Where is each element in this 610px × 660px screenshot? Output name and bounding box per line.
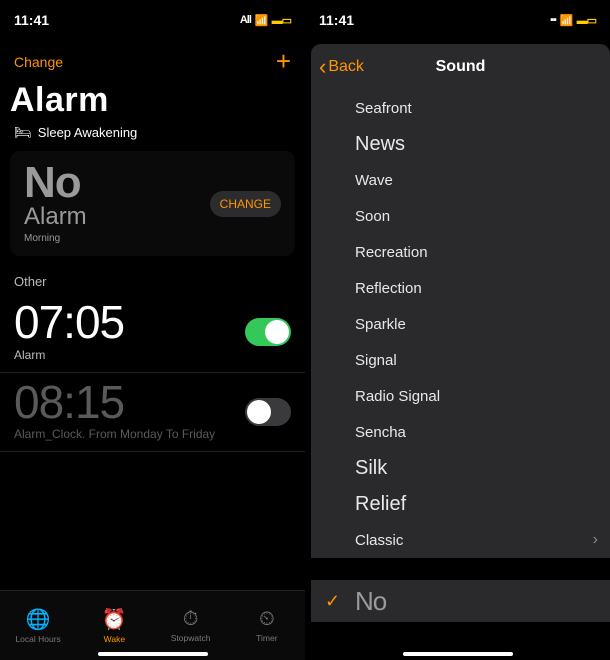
status-bar: 11:41 All 📶 ▬▭ bbox=[0, 0, 305, 40]
tab-stopwatch[interactable]: ⏱ Stopwatch bbox=[153, 591, 229, 660]
sound-option[interactable]: Seafront bbox=[311, 90, 610, 126]
status-icons: ▪▪ 📶 ▬▭ bbox=[550, 14, 596, 27]
sound-list: Seafront News Wave Soon Recreation Refle… bbox=[311, 90, 610, 558]
sound-label: Silk bbox=[355, 457, 387, 480]
checkmark-icon: ✓ bbox=[325, 591, 340, 612]
home-indicator[interactable] bbox=[98, 652, 208, 656]
tab-label: Timer bbox=[256, 633, 277, 643]
sound-label: Wave bbox=[355, 172, 393, 189]
sound-option[interactable]: Sencha bbox=[311, 414, 610, 450]
sound-option[interactable]: Reflection bbox=[311, 270, 610, 306]
sound-option[interactable]: Recreation bbox=[311, 234, 610, 270]
sound-label: Seafront bbox=[355, 100, 412, 117]
stopwatch-icon: ⏱ bbox=[183, 608, 199, 631]
carrier-label: All bbox=[240, 14, 251, 26]
sleep-section-label: Sleep Awakening bbox=[38, 125, 138, 140]
status-time: 11:41 bbox=[14, 12, 49, 28]
sound-label: Sparkle bbox=[355, 316, 406, 333]
tab-wake[interactable]: ⏰ Wake bbox=[76, 591, 152, 660]
left-phone: 11:41 All 📶 ▬▭ Change + Alarm 🛏 Sleep Aw… bbox=[0, 0, 305, 660]
chevron-right-icon: › bbox=[593, 531, 598, 549]
sleep-alarm-line3: Morning bbox=[24, 233, 281, 244]
bed-icon: 🛏 bbox=[14, 124, 32, 141]
alarm-toggle[interactable] bbox=[245, 318, 291, 346]
sound-label: Soon bbox=[355, 208, 390, 225]
chevron-left-icon: ‹ bbox=[319, 54, 326, 80]
selected-sound-label: No bbox=[355, 586, 386, 617]
alarm-row[interactable]: 08:15 Alarm_Clock. From Monday To Friday bbox=[0, 373, 305, 453]
battery-icon: ▬▭ bbox=[577, 14, 596, 27]
globe-icon: 🌐 bbox=[26, 607, 51, 632]
signal-icon: ▪▪ bbox=[550, 14, 556, 26]
sound-option[interactable]: Wave bbox=[311, 162, 610, 198]
selected-sound-row[interactable]: ✓ No bbox=[311, 580, 610, 622]
alarm-row[interactable]: 07:05 Alarm bbox=[0, 293, 305, 373]
sound-label: Relief bbox=[355, 493, 406, 516]
status-bar: 11:41 ▪▪ 📶 ▬▭ bbox=[305, 0, 610, 40]
right-phone: 11:41 ▪▪ 📶 ▬▭ ‹ Back Sound Seafront News… bbox=[305, 0, 610, 660]
wifi-icon: 📶 bbox=[255, 14, 268, 27]
sound-label: Sencha bbox=[355, 424, 406, 441]
home-indicator[interactable] bbox=[403, 652, 513, 656]
sound-option-classic[interactable]: Classic › bbox=[311, 522, 610, 558]
sound-option[interactable]: Sparkle bbox=[311, 306, 610, 342]
alarm-label: Alarm_Clock. From Monday To Friday bbox=[14, 427, 291, 449]
other-section-label: Other bbox=[0, 256, 305, 293]
sound-option[interactable]: News bbox=[311, 126, 610, 162]
nav-bar: ‹ Back Sound bbox=[311, 44, 610, 90]
tab-timer[interactable]: ⏲ Timer bbox=[229, 591, 305, 660]
sleep-alarm-card: No Alarm Morning CHANGE bbox=[10, 151, 295, 256]
sound-option[interactable]: Radio Signal bbox=[311, 378, 610, 414]
alarm-icon: ⏰ bbox=[102, 607, 127, 632]
sound-option[interactable]: Soon bbox=[311, 198, 610, 234]
timer-icon: ⏲ bbox=[259, 608, 275, 631]
tab-local-hours[interactable]: 🌐 Local Hours bbox=[0, 591, 76, 660]
sound-label: News bbox=[355, 133, 405, 156]
back-label: Back bbox=[328, 58, 364, 76]
alarm-label: Alarm bbox=[14, 348, 291, 370]
list-gap bbox=[311, 558, 610, 580]
alarm-toggle[interactable] bbox=[245, 398, 291, 426]
edit-button[interactable]: Change bbox=[14, 54, 63, 70]
tab-bar: 🌐 Local Hours ⏰ Wake ⏱ Stopwatch ⏲ Timer bbox=[0, 590, 305, 660]
tab-label: Wake bbox=[104, 634, 125, 644]
sound-label: Recreation bbox=[355, 244, 428, 261]
sound-option[interactable]: Relief bbox=[311, 486, 610, 522]
back-button[interactable]: ‹ Back bbox=[311, 54, 364, 80]
wifi-icon: 📶 bbox=[560, 14, 573, 27]
add-alarm-icon[interactable]: + bbox=[276, 46, 291, 77]
tab-label: Local Hours bbox=[15, 634, 60, 644]
sound-label: Reflection bbox=[355, 280, 422, 297]
sound-option[interactable]: Signal bbox=[311, 342, 610, 378]
sound-label: Radio Signal bbox=[355, 388, 440, 405]
sound-label: Signal bbox=[355, 352, 397, 369]
change-sleep-button[interactable]: CHANGE bbox=[210, 191, 281, 217]
tab-label: Stopwatch bbox=[171, 633, 211, 643]
page-title: Alarm bbox=[0, 77, 305, 124]
sleep-section-header: 🛏 Sleep Awakening bbox=[0, 124, 305, 151]
header-bar: Change + bbox=[0, 40, 305, 77]
battery-icon: ▬▭ bbox=[272, 14, 291, 27]
nav-title: Sound bbox=[436, 58, 486, 76]
toggle-knob bbox=[265, 320, 289, 344]
sound-label: Classic bbox=[355, 532, 403, 549]
toggle-knob bbox=[247, 400, 271, 424]
sound-option[interactable]: Silk bbox=[311, 450, 610, 486]
status-icons: All 📶 ▬▭ bbox=[240, 14, 291, 27]
status-time: 11:41 bbox=[319, 12, 354, 28]
